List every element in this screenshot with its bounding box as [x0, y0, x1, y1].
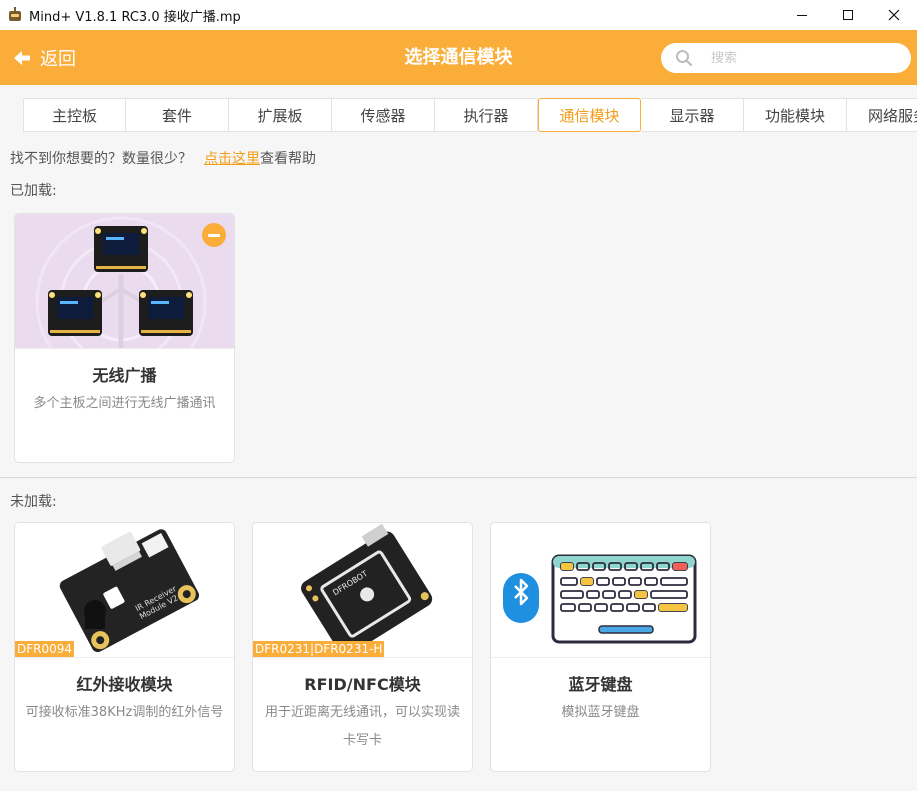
- help-text: 找不到你想要的？数量很少？ 点击这里查看帮助: [10, 148, 316, 168]
- card-title: 蓝牙键盘: [568, 675, 633, 694]
- minimize-icon: [797, 14, 807, 16]
- tab-sensor[interactable]: 传感器: [332, 98, 435, 132]
- sku-badge: DFR0231|DFR0231-H: [253, 641, 385, 657]
- window-title: Mind+ V1.8.1 RC3.0 接收广播.mp: [29, 9, 241, 25]
- tab-communication[interactable]: 通信模块: [538, 98, 641, 132]
- card-title: RFID/NFC模块: [304, 675, 421, 694]
- sku-badge: DFR0094: [15, 641, 75, 657]
- tab-function-module[interactable]: 功能模块: [744, 98, 847, 132]
- back-label: 返回: [40, 48, 76, 70]
- ir-receiver-image: IR Receiver Module V2 DFR0094: [15, 523, 234, 658]
- page-header: 返回 选择通信模块: [0, 30, 917, 85]
- tab-network-service[interactable]: 网络服务: [847, 98, 917, 132]
- back-arrow-icon: [12, 48, 32, 68]
- tab-kit[interactable]: 套件: [126, 98, 229, 132]
- tab-display[interactable]: 显示器: [641, 98, 744, 132]
- extension-card-wireless-broadcast[interactable]: 无线广播 多个主板之间进行无线广播通讯: [14, 213, 235, 463]
- loaded-section-label: 已加载:: [10, 183, 57, 199]
- mindplus-app-icon: [7, 7, 23, 23]
- search-input[interactable]: [711, 50, 891, 66]
- minus-icon: [208, 233, 220, 237]
- search-icon: [676, 50, 693, 67]
- remove-extension-button[interactable]: [202, 223, 226, 247]
- maximize-button[interactable]: [825, 0, 871, 30]
- card-title: 红外接收模块: [76, 675, 173, 694]
- card-description: 多个主板之间进行无线广播通讯: [33, 396, 216, 411]
- window-titlebar: Mind+ V1.8.1 RC3.0 接收广播.mp: [0, 0, 917, 30]
- section-divider: [0, 477, 917, 478]
- close-button[interactable]: [871, 0, 917, 30]
- help-link[interactable]: 点击这里: [204, 151, 260, 167]
- bluetooth-keyboard-image: [491, 523, 710, 658]
- help-prompt: 找不到你想要的？数量很少？: [10, 151, 192, 167]
- maximize-icon: [843, 10, 853, 20]
- rfid-nfc-image: DFROBOT DFR0231|DFR0231-H: [253, 523, 472, 658]
- tab-mainboard[interactable]: 主控板: [23, 98, 126, 132]
- card-description: 可接收标准38KHz调制的红外信号: [25, 705, 224, 720]
- tab-actuator[interactable]: 执行器: [435, 98, 538, 132]
- tab-expansion-board[interactable]: 扩展板: [229, 98, 332, 132]
- help-suffix: 查看帮助: [260, 151, 316, 167]
- card-description: 模拟蓝牙键盘: [561, 705, 640, 720]
- extension-card-ir-receiver[interactable]: IR Receiver Module V2 DFR0094 红外接收模块 可接收…: [14, 522, 235, 772]
- minimize-button[interactable]: [779, 0, 825, 30]
- unloaded-section-label: 未加载:: [10, 494, 57, 510]
- back-button[interactable]: 返回: [12, 30, 76, 85]
- extension-card-rfid-nfc[interactable]: DFROBOT DFR0231|DFR0231-H RFID/NFC模块 用于近…: [252, 522, 473, 772]
- category-tabs: 主控板 套件 扩展板 传感器 执行器 通信模块 显示器 功能模块 网络服务: [23, 98, 917, 132]
- wireless-broadcast-image: [15, 214, 234, 349]
- card-description: 用于近距离无线通讯，可以实现读卡写卡: [264, 705, 460, 748]
- extension-card-bluetooth-keyboard[interactable]: 蓝牙键盘 模拟蓝牙键盘: [490, 522, 711, 772]
- search-box[interactable]: [661, 43, 911, 73]
- close-icon: [888, 9, 900, 21]
- card-title: 无线广播: [92, 366, 157, 385]
